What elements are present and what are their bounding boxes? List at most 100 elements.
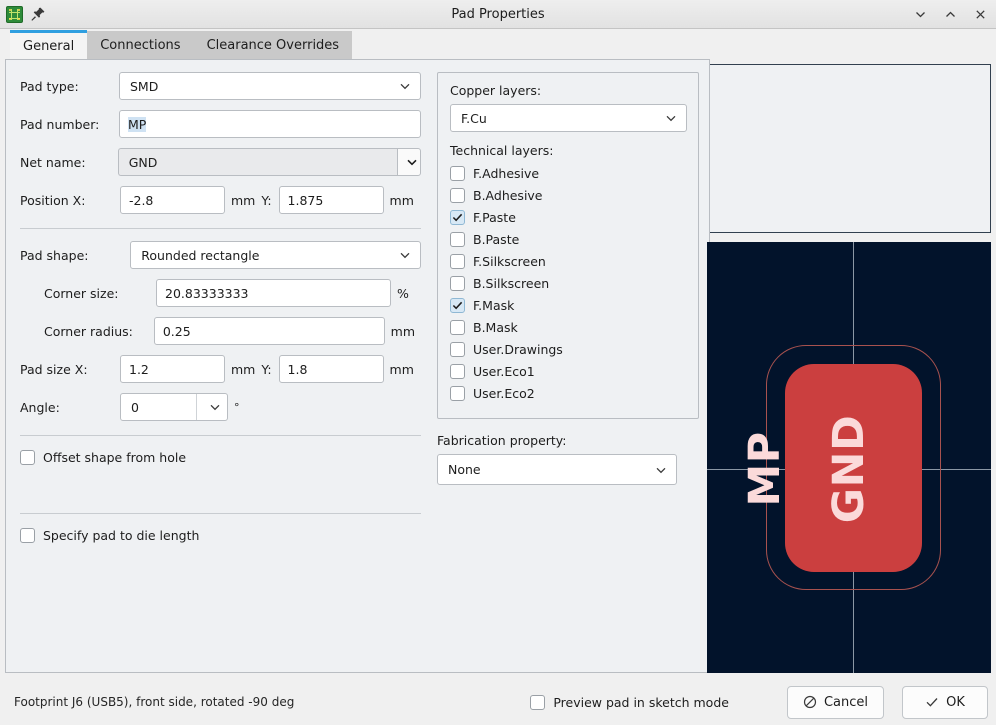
technical-layer-checkbox[interactable]: [450, 364, 465, 379]
corner-radius-input[interactable]: 0.25: [154, 317, 385, 345]
technical-layer-checkbox[interactable]: [450, 298, 465, 313]
settings-panel: Pad type: SMD Pad number: MP Net na: [5, 59, 710, 673]
pad-shape-label: Pad shape:: [20, 248, 130, 263]
divider-die-length: [20, 513, 421, 514]
corner-radius-value: 0.25: [163, 324, 191, 339]
dialog-body: Pad type: SMD Pad number: MP Net na: [0, 59, 996, 679]
angle-input[interactable]: 0: [120, 393, 228, 421]
cancel-button[interactable]: Cancel: [787, 686, 884, 719]
preview-column: MP GND: [707, 59, 996, 679]
pad-shape-select[interactable]: Rounded rectangle: [130, 241, 421, 269]
pad-number-input[interactable]: MP: [119, 110, 421, 138]
position-row: Position X: -2.8 mm Y: 1.875 mm: [20, 186, 421, 214]
pad-size-y-label: Y:: [261, 362, 271, 377]
pad-size-y-value: 1.8: [288, 362, 308, 377]
pad-size-y-unit: mm: [390, 362, 414, 377]
tab-bar: General Connections Clearance Overrides: [0, 29, 996, 59]
ok-button[interactable]: OK: [902, 686, 988, 719]
technical-layer-checkbox[interactable]: [450, 188, 465, 203]
cancel-icon: [803, 695, 817, 709]
position-y-input[interactable]: 1.875: [279, 186, 384, 214]
position-x-unit: mm: [231, 193, 255, 208]
offset-shape-checkbox-row[interactable]: Offset shape from hole: [20, 450, 421, 465]
angle-dropdown-button[interactable]: [196, 394, 227, 420]
sketch-mode-label: Preview pad in sketch mode: [553, 695, 729, 710]
technical-layer-row[interactable]: F.Paste: [450, 210, 686, 225]
technical-layer-checkbox[interactable]: [450, 320, 465, 335]
title-bar: Pad Properties: [0, 0, 996, 29]
chevron-down-icon: [405, 155, 419, 169]
technical-layer-row[interactable]: F.Mask: [450, 298, 686, 313]
tab-clearance-overrides-label: Clearance Overrides: [207, 38, 340, 53]
pad-number-value: MP: [128, 117, 146, 132]
technical-layer-checkbox[interactable]: [450, 166, 465, 181]
preview-net-name-text: GND: [824, 389, 874, 549]
divider-shape: [20, 228, 421, 229]
technical-layer-label: User.Eco1: [473, 364, 535, 379]
technical-layer-row[interactable]: User.Eco2: [450, 386, 686, 401]
technical-layer-label: User.Drawings: [473, 342, 563, 357]
copper-layers-select[interactable]: F.Cu: [450, 104, 687, 132]
technical-layer-row[interactable]: F.Adhesive: [450, 166, 686, 181]
tab-connections[interactable]: Connections: [87, 31, 193, 59]
technical-layer-checkbox[interactable]: [450, 342, 465, 357]
technical-layer-row[interactable]: User.Eco1: [450, 364, 686, 379]
pad-size-y-input[interactable]: 1.8: [279, 355, 384, 383]
sketch-mode-checkbox[interactable]: [530, 695, 545, 710]
dialog-footer: Footprint J6 (USB5), front side, rotated…: [0, 679, 996, 725]
sketch-mode-checkbox-row[interactable]: Preview pad in sketch mode: [530, 695, 729, 710]
fabrication-property-value: None: [448, 462, 481, 477]
ok-button-label: OK: [946, 695, 965, 710]
minimize-chevron-down-icon[interactable]: [912, 6, 928, 22]
footprint-status-text: Footprint J6 (USB5), front side, rotated…: [14, 695, 294, 709]
pad-size-row: Pad size X: 1.2 mm Y: 1.8 mm: [20, 355, 421, 383]
technical-layer-checkbox[interactable]: [450, 232, 465, 247]
technical-layer-row[interactable]: B.Silkscreen: [450, 276, 686, 291]
angle-unit: °: [234, 401, 240, 414]
technical-layer-label: F.Silkscreen: [473, 254, 546, 269]
close-icon[interactable]: [972, 6, 988, 22]
pad-size-x-input[interactable]: 1.2: [120, 355, 225, 383]
technical-layer-checkbox[interactable]: [450, 254, 465, 269]
net-name-dropdown-button[interactable]: [397, 148, 421, 176]
fabrication-property-select[interactable]: None: [437, 454, 677, 485]
technical-layers-list: F.Adhesive B.Adhesive F.Paste B.Paste F.Silk…: [450, 166, 686, 401]
pad-type-select[interactable]: SMD: [119, 72, 421, 100]
pin-icon[interactable]: [30, 6, 46, 22]
angle-label: Angle:: [20, 400, 120, 415]
tab-clearance-overrides[interactable]: Clearance Overrides: [194, 31, 353, 59]
pad-preview-canvas[interactable]: MP GND: [707, 242, 991, 673]
pad-number-row: Pad number: MP: [20, 110, 421, 138]
technical-layer-row[interactable]: B.Paste: [450, 232, 686, 247]
technical-layer-label: B.Adhesive: [473, 188, 543, 203]
technical-layer-checkbox[interactable]: [450, 276, 465, 291]
technical-layer-row[interactable]: B.Mask: [450, 320, 686, 335]
kicad-pcb-icon: [6, 6, 23, 23]
technical-layer-row[interactable]: F.Silkscreen: [450, 254, 686, 269]
tab-connections-label: Connections: [100, 38, 180, 53]
chevron-down-icon: [208, 400, 222, 414]
die-length-label: Specify pad to die length: [43, 528, 199, 543]
corner-size-unit: %: [397, 286, 409, 301]
technical-layers-label: Technical layers:: [450, 143, 686, 158]
tab-general[interactable]: General: [10, 30, 87, 59]
offset-shape-checkbox[interactable]: [20, 450, 35, 465]
die-length-checkbox[interactable]: [20, 528, 35, 543]
angle-row: Angle: 0 °: [20, 393, 421, 421]
tab-general-label: General: [23, 39, 74, 54]
maximize-chevron-up-icon[interactable]: [942, 6, 958, 22]
technical-layer-row[interactable]: User.Drawings: [450, 342, 686, 357]
net-name-input[interactable]: GND: [118, 148, 397, 176]
technical-layer-row[interactable]: B.Adhesive: [450, 188, 686, 203]
position-x-input[interactable]: -2.8: [120, 186, 225, 214]
die-length-checkbox-row[interactable]: Specify pad to die length: [20, 528, 421, 543]
copper-layers-label: Copper layers:: [450, 83, 686, 98]
technical-layer-checkbox[interactable]: [450, 210, 465, 225]
corner-size-input[interactable]: 20.83333333: [156, 279, 391, 307]
offset-shape-label: Offset shape from hole: [43, 450, 186, 465]
pad-shape-value: Rounded rectangle: [141, 248, 259, 263]
technical-layer-checkbox[interactable]: [450, 386, 465, 401]
technical-layer-label: B.Paste: [473, 232, 519, 247]
corner-radius-label: Corner radius:: [20, 324, 154, 339]
position-y-unit: mm: [390, 193, 414, 208]
